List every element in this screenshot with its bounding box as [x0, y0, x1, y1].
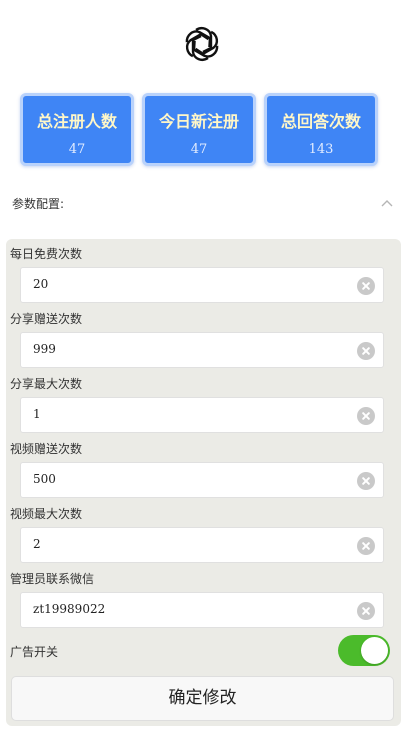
chevron-up-icon[interactable] [380, 197, 394, 209]
config-title: 参数配置: [12, 197, 65, 211]
stat-card-total-users: 总注册人数 47 [20, 93, 134, 166]
stat-card-total-answers: 总回答次数 143 [264, 93, 378, 166]
field-label-ad-switch: 广告开关 [10, 645, 59, 659]
openai-logo-icon [185, 27, 219, 61]
stat-label: 总回答次数 [280, 112, 361, 131]
input-value: zt19989022 [33, 602, 106, 616]
page: 总注册人数 47 今日新注册 47 总回答次数 143 参数配置: 每日免费次数… [0, 0, 405, 731]
config-panel: 每日免费次数 20 分享赠送次数 999 分享最大次数 1 视频赠送次数 500… [6, 239, 401, 726]
share-max-input[interactable]: 1 [20, 397, 384, 433]
clear-icon[interactable] [357, 537, 375, 555]
input-value: 2 [33, 537, 41, 551]
input-value: 20 [33, 277, 49, 291]
input-value: 999 [33, 342, 56, 356]
stat-card-today-new: 今日新注册 47 [142, 93, 256, 166]
clear-icon[interactable] [357, 277, 375, 295]
input-value: 500 [33, 472, 56, 486]
video-gift-input[interactable]: 500 [20, 462, 384, 498]
clear-icon[interactable] [357, 342, 375, 360]
field-label-daily-free: 每日免费次数 [10, 247, 83, 261]
admin-wechat-input[interactable]: zt19989022 [20, 592, 384, 628]
clear-icon[interactable] [357, 602, 375, 620]
field-label-admin-wechat: 管理员联系微信 [10, 572, 95, 586]
stats-row: 总注册人数 47 今日新注册 47 总回答次数 143 [20, 93, 380, 166]
field-label-share-gift: 分享赠送次数 [10, 312, 83, 326]
ad-switch-toggle[interactable] [338, 635, 390, 666]
stat-label: 总注册人数 [36, 112, 117, 131]
config-section-header[interactable]: 参数配置: [12, 193, 394, 215]
field-label-video-gift: 视频赠送次数 [10, 442, 83, 456]
field-label-share-max: 分享最大次数 [10, 377, 83, 391]
stat-label: 今日新注册 [158, 112, 239, 131]
toggle-knob [361, 637, 388, 664]
field-label-video-max: 视频最大次数 [10, 507, 83, 521]
daily-free-input[interactable]: 20 [20, 267, 384, 303]
clear-icon[interactable] [357, 407, 375, 425]
video-max-input[interactable]: 2 [20, 527, 384, 563]
stat-value: 143 [308, 142, 334, 157]
clear-icon[interactable] [357, 472, 375, 490]
stat-value: 47 [190, 142, 208, 157]
confirm-button[interactable]: 确定修改 [11, 676, 394, 721]
input-value: 1 [33, 407, 41, 421]
stat-value: 47 [68, 142, 86, 157]
share-gift-input[interactable]: 999 [20, 332, 384, 368]
